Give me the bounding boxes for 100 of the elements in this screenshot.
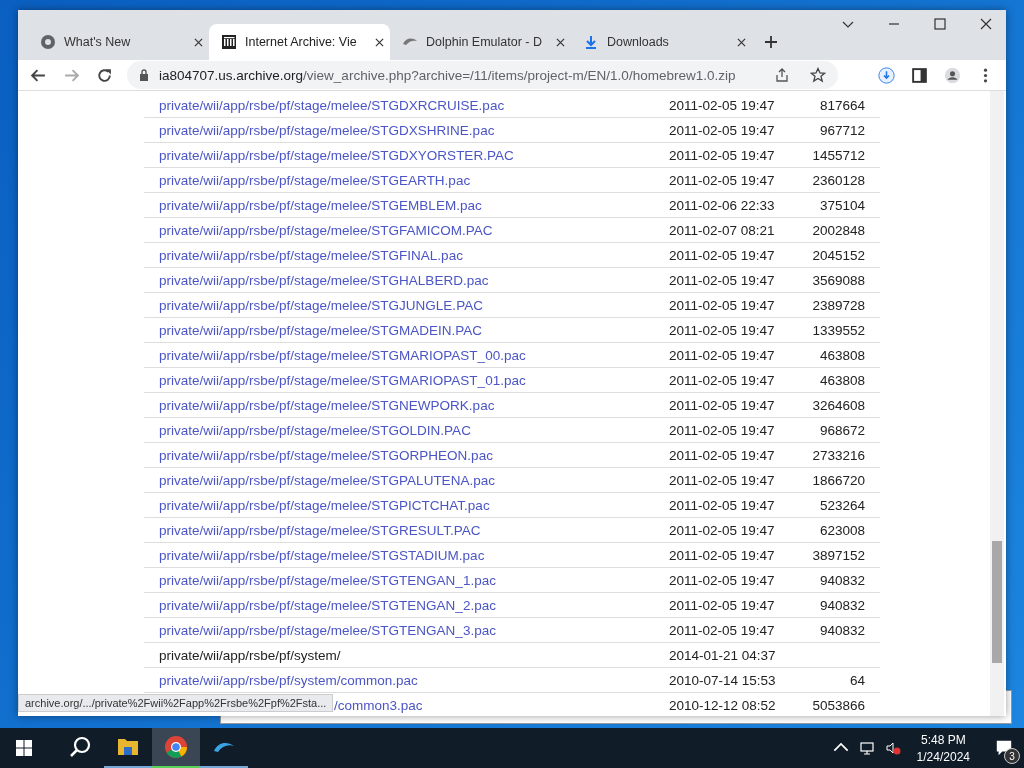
address-bar[interactable]: ia804707.us.archive.org/view_archive.php?archive=/11/items/project-m/EN/1.0/homebrew1.0.zip [127, 61, 838, 89]
file-link[interactable]: private/wii/app/rsbe/pf/stage/melee/STGDXRCRUISE.pac [144, 97, 669, 113]
close-icon[interactable] [980, 18, 992, 30]
date-cell-text: 2011-02-05 19:47 [669, 597, 776, 613]
date-cell-text: 2014-01-21 04:37 [669, 647, 777, 663]
date-cell-text: 2011-02-05 19:47 [669, 372, 776, 388]
file-link[interactable]: private/wii/app/rsbe/pf/stage/melee/STGTENGAN_2.pac [144, 597, 669, 613]
size-cell-text: 940832 [818, 622, 865, 638]
new-tab-icon[interactable] [764, 35, 778, 49]
file-link[interactable]: private/wii/app/rsbe/pf/stage/melee/STGMARIOPAST_01.pac [144, 372, 669, 388]
file-link[interactable]: private/wii/app/rsbe/pf/stage/melee/STGEMBLEM.pac [144, 197, 669, 213]
size-cell-text: 375104 [818, 197, 865, 213]
notification-button[interactable]: 3 [984, 728, 1024, 768]
file-link[interactable]: private/wii/app/rsbe/pf/stage/melee/STGFINAL.pac [144, 247, 669, 263]
date-cell-text: 2010-07-14 15:53 [669, 672, 777, 688]
file-link[interactable]: private/wii/app/rsbe/pf/stage/melee/STGEARTH.pac [144, 172, 669, 188]
temple-icon [221, 34, 237, 50]
file-link[interactable]: private/wii/app/rsbe/pf/stage/melee/STGPALUTENA.pac [144, 472, 669, 488]
size-cell-text: 940832 [818, 597, 865, 613]
file-link[interactable]: private/wii/app/rsbe/pf/stage/melee/STGDXSHRINE.pac [144, 122, 669, 138]
file-link[interactable]: private/wii/app/rsbe/pf/stage/melee/STGRESULT.PAC [144, 522, 669, 538]
size-cell-text: 1339552 [811, 322, 865, 338]
date-cell-text: 2011-02-07 08:21 [669, 222, 776, 238]
close-icon[interactable] [737, 37, 746, 47]
clock-date[interactable]: 1/24/2024 [916, 749, 970, 764]
date-cell-text: 2011-02-05 19:47 [669, 497, 776, 513]
size-cell-text: 2389728 [811, 297, 865, 313]
size-cell-text: 463808 [818, 347, 865, 363]
share-icon[interactable] [774, 67, 790, 83]
size-cell-text: 64 [848, 672, 865, 688]
size-cell-text: 3264608 [811, 397, 865, 413]
close-icon[interactable] [556, 37, 565, 47]
date-cell-text: 2011-02-05 19:47 [669, 297, 776, 313]
size-cell-text: 463808 [818, 372, 865, 388]
lock-icon[interactable] [139, 69, 149, 81]
file-link[interactable]: private/wii/app/rsbe/pf/stage/melee/STGMADEIN.PAC [144, 322, 669, 338]
network-icon[interactable] [858, 740, 875, 756]
tab-title: Dolphin Emulator - D [426, 35, 543, 49]
size-cell-text: 1866720 [811, 472, 865, 488]
browser-tab[interactable]: What's New [28, 24, 209, 60]
file-link[interactable]: private/wii/app/rsbe/pf/system/common.pac [144, 672, 669, 688]
file-link[interactable]: private/wii/app/rsbe/pf/stage/melee/STGHALBERD.pac [144, 272, 669, 288]
size-cell-text: 523264 [818, 497, 865, 513]
side-panel-icon[interactable] [911, 66, 928, 84]
maximize-icon[interactable] [934, 18, 946, 30]
file-link[interactable]: private/wii/app/rsbe/pf/stage/melee/STGORPHEON.pac [144, 447, 669, 463]
tab-title: Downloads [607, 35, 670, 49]
size-cell-text: 968672 [818, 422, 865, 438]
windows-start-icon[interactable] [16, 740, 32, 756]
size-cell-text: 1455712 [811, 147, 865, 163]
date-cell-text: 2011-02-05 19:47 [669, 347, 776, 363]
browser-tab[interactable]: Internet Archive: Vie [209, 24, 390, 60]
date-cell-text: 2011-02-05 19:47 [669, 97, 776, 113]
date-cell-text: 2011-02-05 19:47 [669, 547, 776, 563]
size-cell-text: 817664 [818, 97, 865, 113]
file-link[interactable]: private/wii/app/rsbe/pf/stage/melee/STGFAMICOM.PAC [144, 222, 669, 238]
scroll-thumb[interactable] [992, 541, 1002, 663]
download-icon[interactable] [878, 66, 895, 84]
file-link[interactable]: private/wii/app/rsbe/pf/stage/melee/STGTENGAN_3.pac [144, 622, 669, 638]
file-link[interactable]: private/wii/app/rsbe/pf/stage/melee/STGPICTCHAT.pac [144, 497, 669, 513]
date-cell-text: 2011-02-05 19:47 [669, 272, 776, 288]
close-icon[interactable] [194, 37, 203, 47]
size-cell-text: 2733216 [811, 447, 865, 463]
size-cell-text: 2360128 [811, 172, 865, 188]
file-link[interactable]: private/wii/app/rsbe/pf/stage/melee/STGMARIOPAST_00.pac [144, 347, 669, 363]
date-cell-text: 2011-02-05 19:47 [669, 172, 776, 188]
size-cell-text: 940832 [818, 572, 865, 588]
date-cell-text: 2011-02-05 19:47 [669, 622, 776, 638]
search-icon [68, 735, 92, 759]
browser-tab[interactable]: Downloads [571, 24, 752, 60]
date-cell-text: 2011-02-05 19:47 [669, 572, 776, 588]
profile-icon[interactable] [944, 66, 961, 84]
volume-muted-icon[interactable] [884, 740, 901, 756]
size-cell-text: 2045152 [811, 247, 865, 263]
file-link[interactable]: private/wii/app/rsbe/pf/stage/melee/STGTENGAN_1.pac [144, 572, 669, 588]
scrollbar[interactable] [990, 91, 1004, 716]
size-cell-text: 3569088 [811, 272, 865, 288]
file-link[interactable]: private/wii/app/rsbe/pf/stage/melee/STGSTADIUM.pac [144, 547, 669, 563]
tab-title: What's New [64, 35, 132, 49]
folder-path: private/wii/app/rsbe/pf/system/ [158, 647, 342, 663]
file-link[interactable]: private/wii/app/rsbe/pf/stage/melee/STGNEWPORK.pac [144, 397, 669, 413]
date-cell-text: 2011-02-06 22:33 [669, 197, 776, 213]
file-link[interactable]: private/wii/app/rsbe/pf/stage/melee/STGDXYORSTER.PAC [144, 147, 669, 163]
reload-icon[interactable] [96, 66, 113, 84]
size-cell-text: 2002848 [811, 222, 865, 238]
close-icon[interactable] [375, 37, 384, 47]
date-cell-text: 2011-02-05 19:47 [669, 147, 776, 163]
size-cell-text: 967712 [818, 122, 865, 138]
star-icon[interactable] [810, 67, 826, 83]
notification-badge: 3 [1004, 748, 1020, 764]
status-link-tooltip: archive.org/.../private%2Fwii%2Fapp%2Frsbe%2Fpf%2Fsta... [18, 694, 334, 712]
date-cell-text: 2011-02-05 19:47 [669, 522, 776, 538]
url-text: ia804707.us.archive.org/view_archive.php?archive=/11/items/project-m/EN/1.0/homebrew1.0.zip [159, 67, 736, 83]
file-link[interactable]: private/wii/app/rsbe/pf/stage/melee/STGJUNGLE.PAC [144, 297, 669, 313]
size-cell-text: 3897152 [811, 547, 865, 563]
clock-time[interactable]: 5:48 PM [920, 732, 966, 747]
file-link[interactable]: private/wii/app/rsbe/pf/stage/melee/STGOLDIN.PAC [144, 422, 669, 438]
date-cell-text: 2011-02-05 19:47 [669, 422, 776, 438]
browser-tab[interactable]: Dolphin Emulator - D [390, 24, 571, 60]
date-cell-text: 2011-02-05 19:47 [669, 322, 776, 338]
